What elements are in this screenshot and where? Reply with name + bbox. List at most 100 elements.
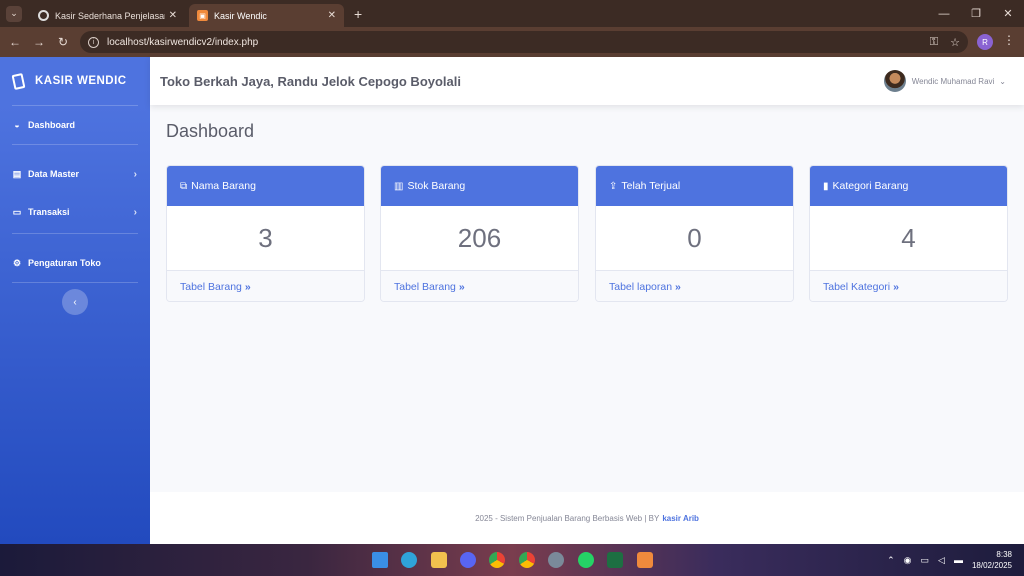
card-title: Kategori Barang: [832, 180, 909, 192]
browser-menu-icon[interactable]: ⋮: [1003, 33, 1015, 47]
card-link-label: Tabel Barang: [180, 281, 242, 293]
xampp-icon[interactable]: [637, 552, 653, 568]
desktop-icon: ▭: [12, 206, 22, 217]
card-value: 4: [901, 222, 916, 253]
card-title: Stok Barang: [407, 180, 466, 192]
windows-taskbar: ⌃ ◉ ▭ ◁ ▬ 8:38 18/02/2025: [0, 544, 1024, 576]
reload-icon[interactable]: ↻: [51, 35, 75, 49]
sidebar: KASIR WENDIC ◒ Dashboard ▤ Data Master ›…: [0, 57, 150, 544]
bookmark-star-icon[interactable]: ☆: [950, 36, 960, 49]
volume-icon[interactable]: ◁: [938, 555, 945, 566]
tab-title: Kasir Wendic: [214, 10, 267, 21]
chevron-down-icon: ⌄: [999, 76, 1006, 86]
tab-title: Kasir Sederhana Penjelasan: [55, 10, 165, 21]
sidebar-divider: [12, 282, 138, 283]
user-name: Wendic Muhamad Ravi: [911, 76, 995, 86]
whatsapp-icon[interactable]: [578, 552, 594, 568]
chevron-right-icon: ›: [133, 206, 137, 218]
site-info-icon[interactable]: i: [88, 36, 99, 48]
page-title: Dashboard: [166, 121, 255, 141]
card-telah-terjual: ⇪ Telah Terjual 0 Tabel laporan »: [595, 165, 794, 302]
card-link-tabel-kategori[interactable]: Tabel Kategori »: [810, 270, 1007, 301]
tab-close-icon[interactable]: ✕: [328, 10, 336, 21]
card-stok-barang: ▥ Stok Barang 206 Tabel Barang »: [380, 165, 579, 302]
new-tab-icon[interactable]: +: [354, 6, 362, 22]
brand-name: KASIR WENDIC: [35, 75, 127, 87]
forward-icon[interactable]: →: [27, 35, 51, 49]
tab-close-icon[interactable]: ✕: [169, 10, 177, 21]
tab-search-icon[interactable]: ⌄: [6, 5, 22, 22]
chrome-icon[interactable]: [489, 552, 505, 568]
chart-bar-icon: ▥: [394, 180, 404, 192]
browser-tab-1[interactable]: Kasir Sederhana Penjelasan ✕: [30, 4, 185, 27]
card-kategori-barang: ▮ Kategori Barang 4 Tabel Kategori »: [809, 165, 1008, 302]
page-footer: 2025 - Sistem Penjualan Barang Berbasis …: [150, 492, 1024, 544]
restore-icon[interactable]: ❐: [960, 0, 992, 27]
display-icon[interactable]: ▭: [921, 555, 930, 566]
window-controls: — ❐ ✕: [928, 0, 1024, 27]
upload-icon: ⇪: [609, 180, 618, 192]
address-bar[interactable]: i localhost/kasirwendicv2/index.php ⚿ ☆: [80, 31, 968, 53]
tachometer-icon: ◒: [14, 120, 20, 130]
sidebar-item-label: Pengaturan Toko: [28, 258, 101, 268]
card-value: 0: [687, 222, 702, 253]
battery-icon[interactable]: ▬: [954, 555, 963, 565]
minimize-icon[interactable]: —: [928, 0, 960, 27]
card-header: ▮ Kategori Barang: [810, 166, 1007, 206]
database-icon: ▤: [12, 168, 22, 179]
close-window-icon[interactable]: ✕: [992, 0, 1024, 27]
clock-time: 8:38: [996, 550, 1012, 559]
chevron-left-icon: ‹: [73, 296, 77, 308]
sidebar-item-pengaturan-toko[interactable]: ⚙ Pengaturan Toko: [0, 244, 150, 282]
mobile-icon: [11, 72, 26, 90]
url-text: localhost/kasirwendicv2/index.php: [107, 36, 259, 48]
discord-icon[interactable]: [460, 552, 476, 568]
sidebar-brand[interactable]: KASIR WENDIC: [0, 57, 150, 105]
card-link-tabel-barang[interactable]: Tabel Barang »: [167, 270, 364, 301]
card-title: Nama Barang: [191, 180, 256, 192]
password-key-icon[interactable]: ⚿: [930, 36, 938, 49]
footer-text: 2025 - Sistem Penjualan Barang Berbasis …: [475, 513, 660, 523]
back-icon[interactable]: ←: [3, 35, 27, 49]
settings-icon[interactable]: [548, 552, 564, 568]
edge-icon[interactable]: [401, 552, 417, 568]
sidebar-item-data-master[interactable]: ▤ Data Master ›: [0, 155, 150, 193]
double-chevron-right-icon: »: [893, 281, 899, 293]
file-explorer-icon[interactable]: [431, 552, 447, 568]
card-link-tabel-laporan[interactable]: Tabel laporan »: [596, 270, 793, 301]
excel-icon[interactable]: [607, 552, 623, 568]
card-header: ⧉ Nama Barang: [167, 166, 364, 206]
store-name: Toko Berkah Jaya, Randu Jelok Cepogo Boy…: [160, 73, 461, 89]
double-chevron-right-icon: »: [458, 281, 465, 293]
bookmark-icon: ▮: [823, 180, 829, 192]
sidebar-item-label: Data Master: [28, 169, 80, 179]
cogs-icon: ⚙: [12, 257, 22, 268]
sidebar-item-dashboard[interactable]: ◒ Dashboard: [0, 106, 150, 144]
sidebar-item-label: Transaksi: [28, 207, 70, 217]
app-tray-icon[interactable]: ◉: [904, 555, 912, 566]
card-value: 3: [258, 222, 273, 253]
sidebar-item-transaksi[interactable]: ▭ Transaksi ›: [0, 193, 150, 231]
app-favicon-icon: ▣: [197, 10, 208, 21]
browser-toolbar: ← → ↻ i localhost/kasirwendicv2/index.ph…: [0, 27, 1024, 57]
profile-avatar[interactable]: R: [977, 34, 993, 50]
card-link-tabel-barang[interactable]: Tabel Barang »: [381, 270, 578, 301]
card-link-label: Tabel laporan: [609, 281, 673, 293]
cubes-icon: ⧉: [180, 180, 188, 192]
user-dropdown[interactable]: Wendic Muhamad Ravi ⌄: [883, 70, 1006, 92]
user-avatar: [883, 70, 906, 92]
chevron-right-icon: ›: [133, 168, 137, 180]
windows-start-icon[interactable]: [372, 552, 388, 568]
card-header: ⇪ Telah Terjual: [596, 166, 793, 206]
topbar: Toko Berkah Jaya, Randu Jelok Cepogo Boy…: [150, 57, 1024, 105]
system-tray: ⌃ ◉ ▭ ◁ ▬ 8:38 18/02/2025: [887, 544, 1024, 576]
chevron-up-icon[interactable]: ⌃: [887, 555, 895, 566]
sidebar-toggle-button[interactable]: ‹: [62, 289, 88, 315]
card-nama-barang: ⧉ Nama Barang 3 Tabel Barang »: [166, 165, 365, 302]
browser-tab-2[interactable]: ▣ Kasir Wendic ✕: [189, 4, 344, 27]
double-chevron-right-icon: »: [675, 281, 681, 293]
chrome-profile-icon[interactable]: [519, 552, 535, 568]
sidebar-item-label: Dashboard: [28, 120, 76, 130]
footer-author: kasir Arib: [662, 513, 699, 523]
clock[interactable]: 8:38 18/02/2025: [972, 549, 1012, 571]
